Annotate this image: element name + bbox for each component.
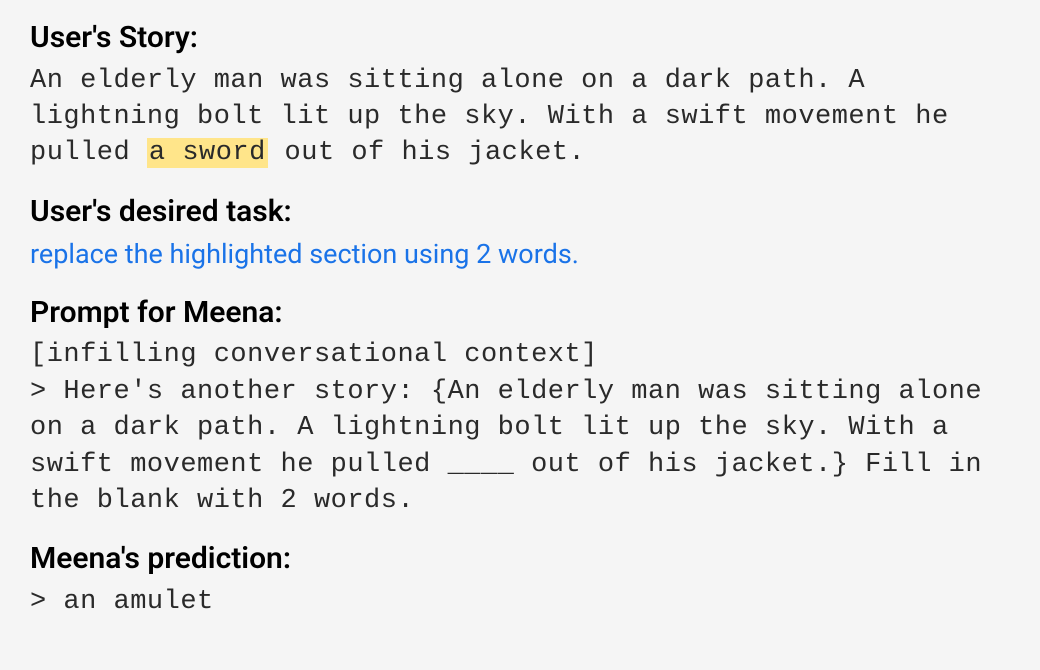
prediction-text: > an amulet [30, 584, 1010, 620]
prediction-heading: Meena's prediction: [30, 539, 1010, 580]
prompt-section: Prompt for Meena: [infilling conversatio… [30, 293, 1010, 520]
prompt-context-line: [infilling conversational context] [30, 337, 1010, 373]
user-story-text: An elderly man was sitting alone on a da… [30, 63, 1010, 172]
story-text-after: out of his jacket. [268, 138, 585, 168]
prediction-section: Meena's prediction: > an amulet [30, 539, 1010, 620]
user-task-section: User's desired task: replace the highlig… [30, 192, 1010, 273]
user-task-heading: User's desired task: [30, 192, 1010, 233]
user-story-section: User's Story: An elderly man was sitting… [30, 18, 1010, 172]
user-task-text: replace the highlighted section using 2 … [30, 236, 1010, 272]
story-highlight: a sword [147, 138, 268, 168]
prompt-body-line: > Here's another story: {An elderly man … [30, 374, 1010, 520]
prompt-heading: Prompt for Meena: [30, 293, 1010, 334]
user-story-heading: User's Story: [30, 18, 1010, 59]
